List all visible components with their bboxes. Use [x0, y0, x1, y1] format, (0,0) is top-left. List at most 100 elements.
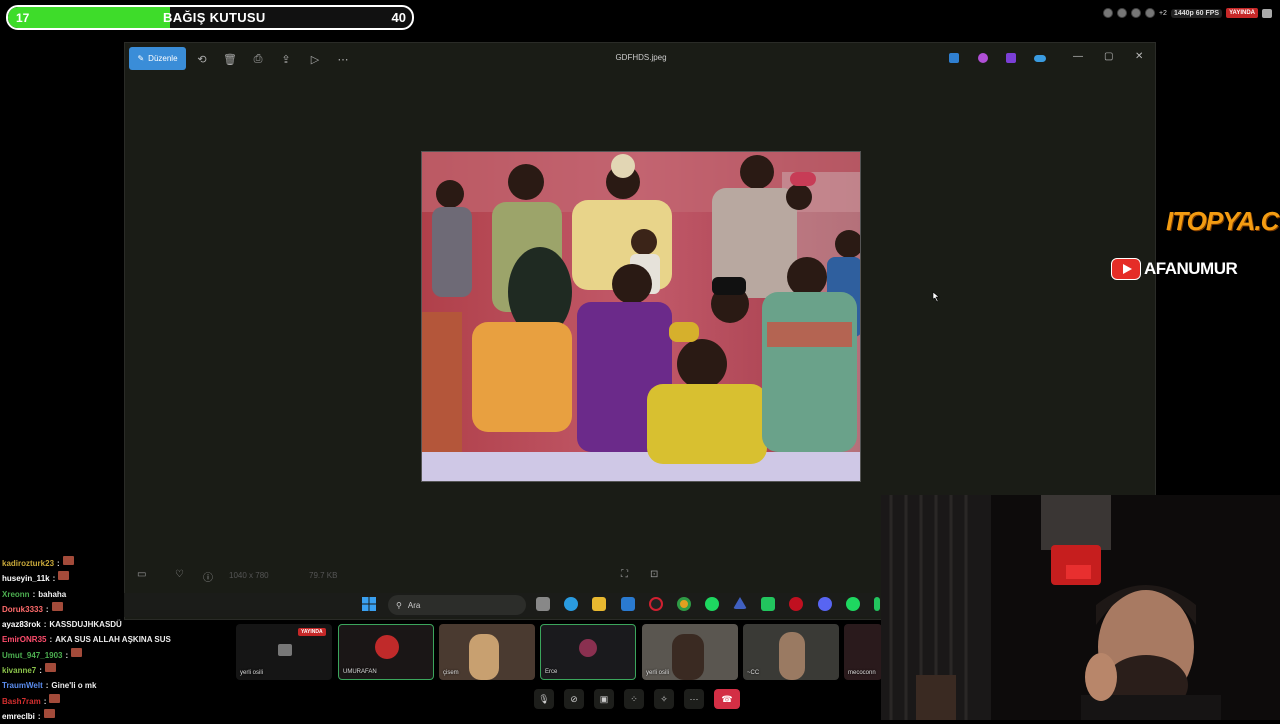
call-tile[interactable]: ~CC — [743, 624, 839, 680]
chat-text: AKA SUS ALLAH AŞKINA SUS — [55, 635, 171, 645]
stream-chat: kadirozturk23: huseyin_11k: Xreonn: bahaha D… — [2, 556, 302, 724]
family-photo-image — [422, 152, 860, 481]
leave-call-button[interactable]: ☎ — [714, 689, 740, 709]
chat-text: Gine'li o mk — [51, 681, 97, 691]
chat-message: Umut_947_1903: — [2, 647, 302, 663]
donation-end-value: 40 — [391, 10, 406, 25]
outlook-icon[interactable] — [621, 597, 635, 611]
chat-separator: : — [65, 650, 69, 660]
chat-text: bahaha — [38, 589, 67, 599]
close-icon[interactable]: ✕ — [1135, 51, 1143, 62]
minimize-icon[interactable]: — — [1073, 51, 1083, 62]
chat-username[interactable]: TraumWelt — [2, 678, 43, 693]
call-tile-name: Erce — [545, 669, 558, 675]
chat-username[interactable]: Umut_947_1903 — [2, 648, 62, 663]
participant-video — [469, 634, 499, 680]
donation-title: BAĞIŞ KUTUSU — [163, 10, 266, 25]
participant-video — [779, 632, 805, 680]
call-tile-name: yerli osili — [646, 670, 670, 676]
camera-off-icon[interactable]: ⊘ — [564, 689, 584, 709]
streamer-webcam — [881, 495, 1280, 720]
maximize-icon[interactable]: ▢ — [1104, 51, 1113, 62]
activities-icon[interactable]: ⁘ — [624, 689, 644, 709]
chat-message: Bash7ram: — [2, 693, 302, 709]
edge-icon[interactable] — [564, 597, 578, 611]
search-placeholder: Ara — [407, 600, 421, 610]
chat-icon[interactable] — [1262, 8, 1272, 18]
emote-icon — [51, 601, 63, 611]
call-tile-name: ~CC — [747, 670, 760, 676]
displayed-photo — [421, 151, 861, 482]
call-tile[interactable]: çisem — [439, 624, 535, 680]
windows-start-icon[interactable] — [362, 597, 376, 611]
chat-username[interactable]: ayaz83rok — [2, 617, 41, 632]
microphone-icon[interactable]: 🎙 — [534, 689, 554, 709]
edit-app-icon[interactable] — [949, 53, 959, 63]
screen-share-icon[interactable]: ▣ — [594, 689, 614, 709]
chat-message: huseyin_11k: — [2, 571, 302, 586]
chat-message: EmirONR35: AKA SUS ALLAH AŞKINA SUS — [2, 632, 302, 647]
donation-progress-fill — [8, 7, 170, 28]
app-green-icon[interactable] — [874, 597, 880, 611]
stream-status-bar: +2 1440p 60 FPS YAYINDA — [1102, 6, 1272, 20]
chat-username[interactable]: kivanne7 — [2, 663, 36, 678]
chat-message: kivanne7: — [2, 663, 302, 678]
actual-size-icon[interactable]: ⊡ — [650, 569, 658, 580]
chat-username[interactable]: Doruk3333 — [2, 602, 43, 617]
chat-separator: : — [32, 589, 36, 599]
taskbar-search-input[interactable]: ⚲ Ara — [388, 595, 526, 615]
sponsor-logo: ITOPYA.C — [1166, 206, 1279, 236]
donation-start-value: 17 — [16, 11, 30, 25]
chat-separator: : — [43, 696, 47, 706]
emote-icon — [62, 556, 74, 565]
channel-badge: AFANUMUR — [1111, 258, 1238, 280]
chat-message: kadirozturk23: — [2, 556, 302, 571]
file-explorer-icon[interactable] — [592, 597, 606, 611]
chat-username[interactable]: emreclbi — [2, 709, 35, 724]
chrome-icon[interactable] — [677, 597, 691, 611]
discord-icon[interactable] — [818, 597, 832, 611]
more-options-icon[interactable]: ⋯ — [684, 689, 704, 709]
copilot-icon[interactable] — [978, 53, 988, 63]
chat-message: ayaz83rok: KASSDUJHKASDÜ — [2, 617, 302, 632]
clipchamp-icon[interactable] — [1006, 53, 1016, 63]
soundboard-icon[interactable]: ✧ — [654, 689, 674, 709]
onedrive-icon[interactable] — [1034, 55, 1046, 62]
chat-username[interactable]: EmirONR35 — [2, 632, 46, 647]
call-controls: 🎙 ⊘ ▣ ⁘ ✧ ⋯ ☎ — [534, 688, 750, 710]
call-tile-name: çisem — [443, 670, 459, 676]
chat-separator: : — [49, 635, 53, 645]
chat-username[interactable]: huseyin_11k — [2, 571, 50, 586]
call-live-badge: YAYINDA — [298, 628, 326, 636]
app-red-icon[interactable] — [789, 597, 803, 611]
spotify-icon[interactable] — [846, 597, 860, 611]
call-tile[interactable]: UMURAFAN — [338, 624, 434, 680]
mouse-cursor-icon — [932, 291, 940, 303]
file-viewer-icon[interactable] — [536, 597, 550, 611]
chat-username[interactable]: kadirozturk23 — [2, 556, 54, 571]
chat-separator: : — [57, 559, 60, 568]
avatar — [579, 639, 597, 657]
spotify-icon[interactable] — [705, 597, 719, 611]
chat-message: Doruk3333: — [2, 601, 302, 617]
call-tile[interactable]: yerli osili — [642, 624, 738, 680]
chat-message: emreclbi: — [2, 708, 302, 724]
call-tile[interactable]: Erce — [540, 624, 636, 680]
chat-separator: : — [43, 620, 47, 630]
fit-to-window-icon[interactable]: ⛶ — [621, 569, 628, 580]
stream-quality: 1440p 60 FPS — [1170, 8, 1223, 18]
live-badge: YAYINDA — [1226, 8, 1258, 18]
chat-separator: : — [52, 574, 56, 584]
viewer-avatar — [1102, 8, 1113, 18]
webcam-video — [881, 495, 1280, 720]
affinity-icon[interactable] — [733, 597, 747, 609]
chat-username[interactable]: Bash7ram — [2, 694, 41, 709]
chat-username[interactable]: Xreonn — [2, 587, 30, 602]
opera-icon[interactable] — [649, 597, 663, 611]
app-green-icon[interactable] — [761, 597, 775, 611]
call-tile[interactable]: mecoconn — [844, 624, 882, 680]
participant-video — [672, 634, 704, 680]
youtube-icon — [1111, 258, 1141, 280]
chat-message: TraumWelt: Gine'li o mk — [2, 678, 302, 693]
emote-icon — [44, 663, 56, 673]
